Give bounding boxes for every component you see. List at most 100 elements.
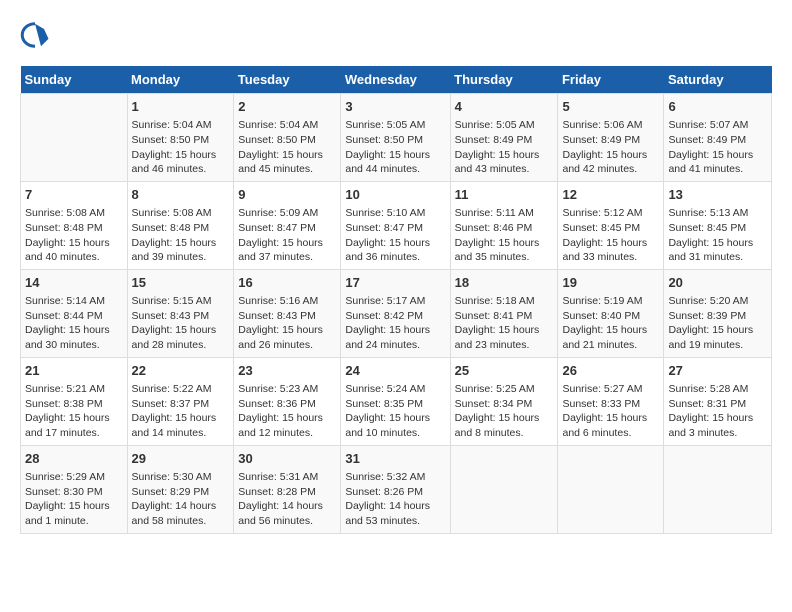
week-row-4: 21 Sunrise: 5:21 AMSunset: 8:38 PMDayligh…	[21, 357, 772, 445]
day-number: 3	[345, 98, 445, 116]
calendar-header: SundayMondayTuesdayWednesdayThursdayFrid…	[21, 66, 772, 94]
day-number: 28	[25, 450, 123, 468]
calendar-cell: 25 Sunrise: 5:25 AMSunset: 8:34 PMDayligh…	[450, 357, 558, 445]
day-number: 1	[132, 98, 230, 116]
day-number: 20	[668, 274, 767, 292]
calendar-cell	[21, 94, 128, 182]
logo	[20, 20, 52, 50]
day-info: Sunrise: 5:31 AMSunset: 8:28 PMDaylight:…	[238, 470, 336, 529]
calendar-cell: 12 Sunrise: 5:12 AMSunset: 8:45 PMDayligh…	[558, 181, 664, 269]
day-number: 9	[238, 186, 336, 204]
header-day-tuesday: Tuesday	[234, 66, 341, 94]
day-info: Sunrise: 5:05 AMSunset: 8:50 PMDaylight:…	[345, 118, 445, 177]
day-info: Sunrise: 5:10 AMSunset: 8:47 PMDaylight:…	[345, 206, 445, 265]
day-info: Sunrise: 5:29 AMSunset: 8:30 PMDaylight:…	[25, 470, 123, 529]
calendar-table: SundayMondayTuesdayWednesdayThursdayFrid…	[20, 66, 772, 534]
calendar-body: 1 Sunrise: 5:04 AMSunset: 8:50 PMDaylight…	[21, 94, 772, 534]
header-row: SundayMondayTuesdayWednesdayThursdayFrid…	[21, 66, 772, 94]
day-info: Sunrise: 5:25 AMSunset: 8:34 PMDaylight:…	[455, 382, 554, 441]
day-info: Sunrise: 5:13 AMSunset: 8:45 PMDaylight:…	[668, 206, 767, 265]
week-row-3: 14Sunrise: 5:14 AMSunset: 8:44 PMDayligh…	[21, 269, 772, 357]
day-number: 12	[562, 186, 659, 204]
day-number: 21	[25, 362, 123, 380]
day-info: Sunrise: 5:06 AMSunset: 8:49 PMDaylight:…	[562, 118, 659, 177]
day-number: 29	[132, 450, 230, 468]
header-day-wednesday: Wednesday	[341, 66, 450, 94]
header-day-sunday: Sunday	[21, 66, 128, 94]
calendar-cell: 15Sunrise: 5:15 AMSunset: 8:43 PMDayligh…	[127, 269, 234, 357]
calendar-cell: 13 Sunrise: 5:13 AMSunset: 8:45 PMDayligh…	[664, 181, 772, 269]
calendar-cell	[558, 445, 664, 533]
calendar-cell: 18Sunrise: 5:18 AMSunset: 8:41 PMDayligh…	[450, 269, 558, 357]
day-number: 23	[238, 362, 336, 380]
calendar-cell: 10Sunrise: 5:10 AMSunset: 8:47 PMDayligh…	[341, 181, 450, 269]
day-info: Sunrise: 5:19 AMSunset: 8:40 PMDaylight:…	[562, 294, 659, 353]
calendar-cell: 7 Sunrise: 5:08 AMSunset: 8:48 PMDaylight…	[21, 181, 128, 269]
calendar-cell: 31Sunrise: 5:32 AMSunset: 8:26 PMDayligh…	[341, 445, 450, 533]
calendar-cell	[664, 445, 772, 533]
calendar-cell: 8 Sunrise: 5:08 AMSunset: 8:48 PMDaylight…	[127, 181, 234, 269]
calendar-cell: 6Sunrise: 5:07 AMSunset: 8:49 PMDaylight…	[664, 94, 772, 182]
page-header	[20, 20, 772, 50]
day-number: 31	[345, 450, 445, 468]
day-number: 11	[455, 186, 554, 204]
day-number: 17	[345, 274, 445, 292]
day-number: 6	[668, 98, 767, 116]
calendar-cell: 16Sunrise: 5:16 AMSunset: 8:43 PMDayligh…	[234, 269, 341, 357]
header-day-thursday: Thursday	[450, 66, 558, 94]
header-day-friday: Friday	[558, 66, 664, 94]
day-info: Sunrise: 5:21 AMSunset: 8:38 PMDaylight:…	[25, 382, 123, 441]
header-day-monday: Monday	[127, 66, 234, 94]
calendar-cell: 27Sunrise: 5:28 AMSunset: 8:31 PMDayligh…	[664, 357, 772, 445]
day-number: 30	[238, 450, 336, 468]
header-day-saturday: Saturday	[664, 66, 772, 94]
calendar-cell: 11 Sunrise: 5:11 AMSunset: 8:46 PMDayligh…	[450, 181, 558, 269]
week-row-2: 7 Sunrise: 5:08 AMSunset: 8:48 PMDaylight…	[21, 181, 772, 269]
week-row-5: 28 Sunrise: 5:29 AMSunset: 8:30 PMDayligh…	[21, 445, 772, 533]
day-number: 19	[562, 274, 659, 292]
day-info: Sunrise: 5:30 AMSunset: 8:29 PMDaylight:…	[132, 470, 230, 529]
calendar-cell: 22 Sunrise: 5:22 AMSunset: 8:37 PMDayligh…	[127, 357, 234, 445]
day-info: Sunrise: 5:27 AMSunset: 8:33 PMDaylight:…	[562, 382, 659, 441]
day-info: Sunrise: 5:24 AMSunset: 8:35 PMDaylight:…	[345, 382, 445, 441]
day-info: Sunrise: 5:23 AMSunset: 8:36 PMDaylight:…	[238, 382, 336, 441]
day-number: 26	[562, 362, 659, 380]
calendar-cell: 1 Sunrise: 5:04 AMSunset: 8:50 PMDaylight…	[127, 94, 234, 182]
calendar-cell: 24 Sunrise: 5:24 AMSunset: 8:35 PMDayligh…	[341, 357, 450, 445]
day-info: Sunrise: 5:14 AMSunset: 8:44 PMDaylight:…	[25, 294, 123, 353]
week-row-1: 1 Sunrise: 5:04 AMSunset: 8:50 PMDaylight…	[21, 94, 772, 182]
calendar-cell: 26 Sunrise: 5:27 AMSunset: 8:33 PMDayligh…	[558, 357, 664, 445]
day-info: Sunrise: 5:11 AMSunset: 8:46 PMDaylight:…	[455, 206, 554, 265]
day-number: 8	[132, 186, 230, 204]
day-info: Sunrise: 5:08 AMSunset: 8:48 PMDaylight:…	[25, 206, 123, 265]
calendar-cell: 20 Sunrise: 5:20 AMSunset: 8:39 PMDayligh…	[664, 269, 772, 357]
calendar-cell: 14Sunrise: 5:14 AMSunset: 8:44 PMDayligh…	[21, 269, 128, 357]
day-info: Sunrise: 5:20 AMSunset: 8:39 PMDaylight:…	[668, 294, 767, 353]
day-number: 13	[668, 186, 767, 204]
day-info: Sunrise: 5:08 AMSunset: 8:48 PMDaylight:…	[132, 206, 230, 265]
day-info: Sunrise: 5:04 AMSunset: 8:50 PMDaylight:…	[132, 118, 230, 177]
day-info: Sunrise: 5:05 AMSunset: 8:49 PMDaylight:…	[455, 118, 554, 177]
day-number: 4	[455, 98, 554, 116]
day-number: 2	[238, 98, 336, 116]
day-info: Sunrise: 5:04 AMSunset: 8:50 PMDaylight:…	[238, 118, 336, 177]
calendar-cell: 9 Sunrise: 5:09 AMSunset: 8:47 PMDaylight…	[234, 181, 341, 269]
day-info: Sunrise: 5:09 AMSunset: 8:47 PMDaylight:…	[238, 206, 336, 265]
day-info: Sunrise: 5:16 AMSunset: 8:43 PMDaylight:…	[238, 294, 336, 353]
calendar-cell: 3 Sunrise: 5:05 AMSunset: 8:50 PMDaylight…	[341, 94, 450, 182]
day-number: 18	[455, 274, 554, 292]
calendar-cell: 29 Sunrise: 5:30 AMSunset: 8:29 PMDayligh…	[127, 445, 234, 533]
day-number: 24	[345, 362, 445, 380]
day-number: 25	[455, 362, 554, 380]
day-number: 7	[25, 186, 123, 204]
calendar-cell: 17Sunrise: 5:17 AMSunset: 8:42 PMDayligh…	[341, 269, 450, 357]
calendar-cell: 28 Sunrise: 5:29 AMSunset: 8:30 PMDayligh…	[21, 445, 128, 533]
calendar-cell: 30 Sunrise: 5:31 AMSunset: 8:28 PMDayligh…	[234, 445, 341, 533]
day-number: 15	[132, 274, 230, 292]
day-info: Sunrise: 5:22 AMSunset: 8:37 PMDaylight:…	[132, 382, 230, 441]
day-number: 22	[132, 362, 230, 380]
calendar-cell: 19 Sunrise: 5:19 AMSunset: 8:40 PMDayligh…	[558, 269, 664, 357]
day-info: Sunrise: 5:12 AMSunset: 8:45 PMDaylight:…	[562, 206, 659, 265]
calendar-cell: 21 Sunrise: 5:21 AMSunset: 8:38 PMDayligh…	[21, 357, 128, 445]
day-info: Sunrise: 5:28 AMSunset: 8:31 PMDaylight:…	[668, 382, 767, 441]
